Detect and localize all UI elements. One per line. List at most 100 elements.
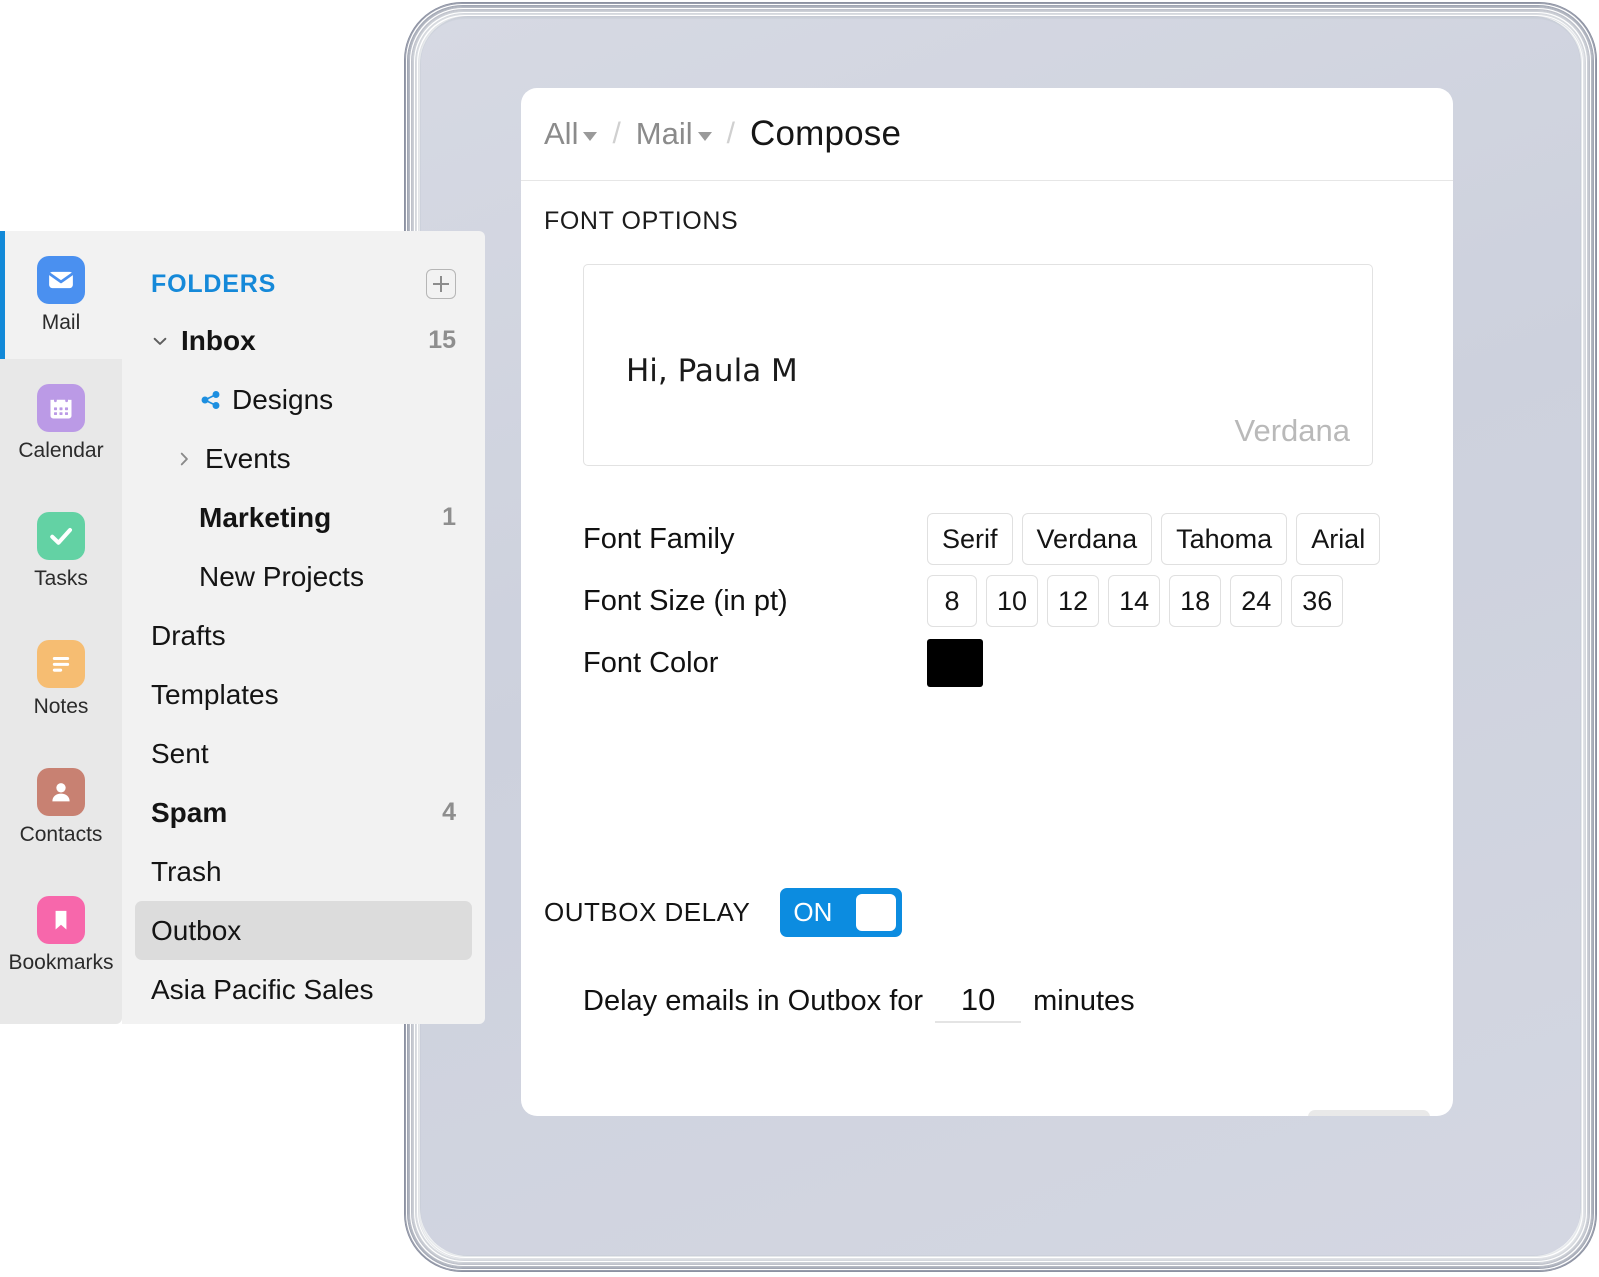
font-family-option-tahoma[interactable]: Tahoma [1161, 513, 1288, 565]
font-family-option-verdana[interactable]: Verdana [1021, 513, 1153, 565]
share-icon [199, 388, 223, 412]
outbox-delay-toggle-state: ON [793, 897, 833, 927]
folder-item-label: Events [205, 442, 291, 474]
delay-minutes-line: Delay emails in Outbox for 10 minutes [583, 982, 1135, 1023]
font-family-row: Font Family Serif Verdana Tahoma Arial [521, 508, 1453, 570]
breadcrumb-item-mail[interactable]: Mail [636, 116, 712, 152]
folder-item-marketing[interactable]: Marketing 1 [135, 488, 472, 547]
font-size-option-12[interactable]: 12 [1047, 575, 1100, 627]
font-family-option-serif[interactable]: Serif [927, 513, 1013, 565]
calendar-icon [37, 383, 85, 432]
font-color-swatch[interactable] [927, 639, 983, 687]
breadcrumb-label-all: All [544, 116, 579, 151]
delay-minutes-input[interactable]: 10 [935, 982, 1022, 1023]
folder-item-inbox[interactable]: Inbox 15 [135, 311, 472, 370]
folders-panel: FOLDERS Inbox 15 Designs Events Marketing 1 Ne… [122, 231, 485, 1024]
folder-item-outbox[interactable]: Outbox [135, 901, 472, 960]
font-size-option-10[interactable]: 10 [986, 575, 1039, 627]
font-preview-sample-text: Hi, Paula M [626, 353, 798, 389]
folder-list: Inbox 15 Designs Events Marketing 1 New Projec… [122, 311, 485, 1019]
folder-item-count: 15 [428, 326, 456, 354]
folder-item-label: Drafts [151, 619, 226, 651]
rail-item-label: Tasks [34, 566, 88, 590]
auto-add-recipients-row: AUTOMATICALLY ADD RECIPIENTS TO CONTACTS… [544, 1110, 1430, 1116]
outbox-delay-toggle[interactable]: ON [780, 888, 903, 937]
rail-item-label: Mail [41, 310, 81, 334]
auto-add-recipients-toggle[interactable]: OFF [1308, 1110, 1430, 1116]
folder-item-sent[interactable]: Sent [135, 724, 472, 783]
folder-item-label: Inbox [181, 324, 256, 356]
chevron-right-icon[interactable] [175, 450, 197, 468]
folder-item-drafts[interactable]: Drafts [135, 606, 472, 665]
folder-item-asia-pacific-sales[interactable]: Asia Pacific Sales [135, 960, 472, 1019]
font-color-group [927, 639, 983, 687]
rail-item-notes[interactable]: Notes [0, 615, 122, 743]
folder-item-spam[interactable]: Spam 4 [135, 783, 472, 842]
font-size-row: Font Size (in pt) 8 10 12 14 18 24 36 [521, 570, 1453, 632]
add-folder-button[interactable] [426, 269, 456, 299]
folder-item-label: Templates [151, 678, 279, 710]
folder-item-trash[interactable]: Trash [135, 842, 472, 901]
rail-item-label: Notes [33, 694, 89, 718]
breadcrumb-item-compose: Compose [749, 114, 902, 153]
rail-item-label: Bookmarks [8, 950, 114, 974]
toggle-knob [856, 894, 897, 931]
breadcrumb: All / Mail / Compose [521, 88, 1453, 181]
folders-title: FOLDERS [151, 269, 277, 298]
folder-item-label: Outbox [151, 914, 242, 946]
font-family-label: Font Family [583, 522, 735, 555]
breadcrumb-separator-2: / [726, 117, 735, 150]
breadcrumb-separator-1: / [612, 117, 621, 150]
font-size-option-18[interactable]: 18 [1169, 575, 1222, 627]
rail-item-contacts[interactable]: Contacts [0, 743, 122, 871]
delay-suffix-label: minutes [1033, 985, 1135, 1017]
folder-item-label: Designs [232, 383, 334, 415]
folder-item-label: Asia Pacific Sales [151, 973, 374, 1005]
envelope-icon [37, 255, 85, 304]
font-family-option-arial[interactable]: Arial [1296, 513, 1381, 565]
font-size-option-8[interactable]: 8 [927, 575, 977, 627]
folder-item-events[interactable]: Events [135, 429, 472, 488]
font-preview-font-name: Verdana [1234, 413, 1351, 448]
rail-item-calendar[interactable]: Calendar [0, 359, 122, 487]
folder-item-label: Spam [151, 796, 228, 828]
font-size-option-36[interactable]: 36 [1291, 575, 1344, 627]
outbox-delay-label: OUTBOX DELAY [544, 897, 751, 927]
chevron-down-icon [697, 132, 712, 141]
font-color-label: Font Color [583, 646, 719, 679]
folder-item-label: Trash [151, 855, 222, 887]
font-color-row: Font Color [521, 632, 1453, 694]
notes-icon [37, 639, 85, 688]
font-options-heading: FONT OPTIONS [544, 207, 739, 235]
folder-item-label: Marketing [199, 501, 332, 533]
font-size-option-14[interactable]: 14 [1108, 575, 1161, 627]
rail-item-label: Calendar [18, 438, 104, 462]
font-option-rows: Font Family Serif Verdana Tahoma Arial Font… [521, 508, 1453, 694]
folders-header: FOLDERS [122, 231, 485, 299]
font-size-option-24[interactable]: 24 [1230, 575, 1283, 627]
breadcrumb-item-all[interactable]: All [544, 116, 598, 152]
delay-prefix-label: Delay emails in Outbox for [583, 985, 924, 1017]
rail-item-tasks[interactable]: Tasks [0, 487, 122, 615]
folder-item-templates[interactable]: Templates [135, 665, 472, 724]
font-preview-box: Hi, Paula M Verdana [583, 264, 1373, 466]
person-icon [37, 767, 85, 816]
app-rail: Mail Calendar Tasks Notes Contacts Bookmarks [0, 231, 122, 1024]
settings-card: All / Mail / Compose FONT OPTIONS Hi, Pa… [521, 88, 1453, 1116]
font-size-button-group: 8 10 12 14 18 24 36 [927, 575, 1344, 627]
rail-item-mail[interactable]: Mail [0, 231, 122, 359]
folder-item-label: New Projects [199, 560, 364, 592]
chevron-down-icon[interactable] [151, 332, 173, 350]
rail-item-bookmarks[interactable]: Bookmarks [0, 871, 122, 999]
breadcrumb-label-mail: Mail [635, 116, 693, 151]
chevron-down-icon [583, 132, 598, 141]
folder-item-count: 1 [442, 503, 456, 531]
folder-item-label: Sent [151, 737, 209, 769]
folder-item-designs[interactable]: Designs [135, 370, 472, 429]
outbox-delay-row: OUTBOX DELAY ON [544, 888, 903, 937]
bookmark-icon [37, 895, 85, 944]
app-root: All / Mail / Compose FONT OPTIONS Hi, Pa… [0, 0, 1599, 1277]
font-size-label: Font Size (in pt) [583, 584, 788, 617]
font-family-button-group: Serif Verdana Tahoma Arial [927, 513, 1381, 565]
folder-item-new-projects[interactable]: New Projects [135, 547, 472, 606]
